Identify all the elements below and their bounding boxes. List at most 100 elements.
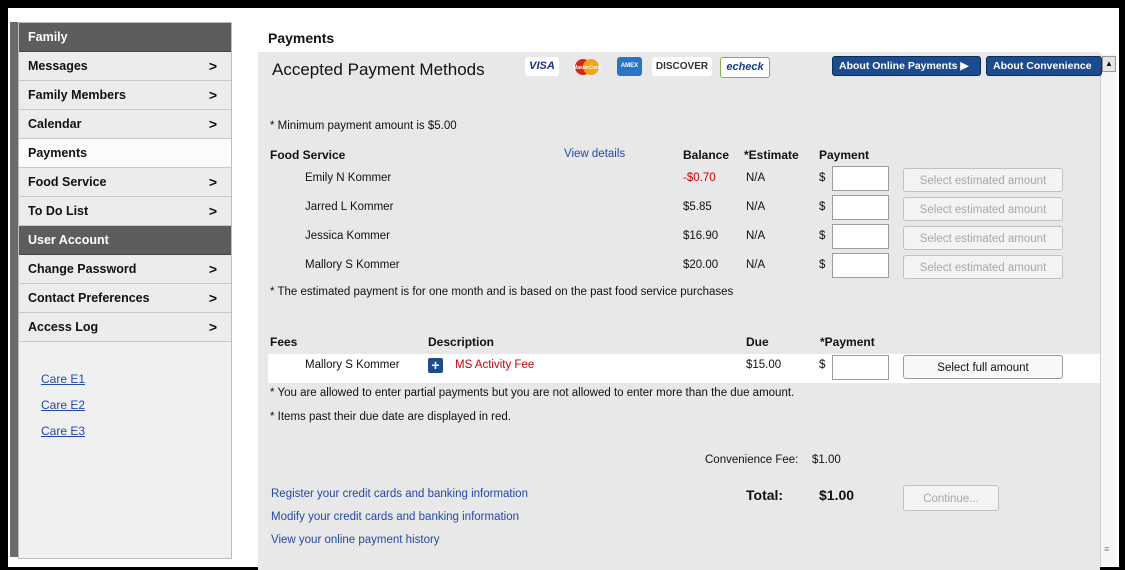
sidebar-item-label: Food Service	[28, 175, 107, 189]
sidebar-header-family: Family	[19, 23, 231, 52]
fees-header: Fees	[270, 335, 298, 349]
student-name: Emily N Kommer	[305, 172, 392, 184]
sidebar-item-label: Messages	[28, 59, 88, 73]
mastercard-logo-icon: MasterCard	[570, 57, 604, 76]
estimate-column-header: *Estimate	[744, 148, 799, 162]
currency-symbol: $	[819, 230, 826, 242]
sidebar-item-messages[interactable]: Messages >	[19, 52, 231, 81]
chevron-right-icon: >	[208, 290, 217, 306]
payment-history-link[interactable]: View your online payment history	[271, 534, 440, 546]
convenience-fee-label: Convenience Fee:	[705, 454, 799, 466]
sidebar-item-change-password[interactable]: Change Password >	[19, 255, 231, 284]
fee-payment-column-header: *Payment	[820, 335, 875, 349]
view-details-link[interactable]: View details	[564, 148, 625, 160]
currency-symbol: $	[819, 172, 826, 184]
minimum-payment-note: * Minimum payment amount is $5.00	[270, 120, 457, 132]
payment-column-header: Payment	[819, 148, 870, 162]
due-column-header: Due	[746, 335, 769, 349]
scroll-up-arrow-icon[interactable]: ▲	[1102, 56, 1116, 72]
sidebar-item-label: Payments	[28, 146, 88, 160]
about-convenience-button[interactable]: About Convenience	[986, 56, 1102, 76]
accepted-payment-methods-title: Accepted Payment Methods	[272, 60, 485, 79]
currency-symbol: $	[819, 359, 826, 371]
sidebar-links: Care E1 Care E2 Care E3	[19, 342, 231, 450]
payment-input[interactable]	[832, 166, 889, 191]
total-value: $1.00	[819, 487, 855, 503]
page-title: Payments	[268, 30, 335, 46]
sidebar-item-label: Access Log	[28, 320, 99, 334]
select-full-amount-button[interactable]: Select full amount	[903, 355, 1063, 379]
estimate-value: N/A	[746, 172, 766, 184]
chevron-right-icon: >	[208, 116, 217, 132]
fee-due-value: $15.00	[746, 359, 782, 371]
register-cards-link[interactable]: Register your credit cards and banking i…	[271, 488, 528, 500]
balance-value: $16.90	[683, 230, 719, 242]
sidebar-edge-strip	[10, 22, 18, 557]
sidebar-item-access-log[interactable]: Access Log >	[19, 313, 231, 342]
visa-logo-icon: VISA	[525, 57, 559, 76]
balance-value: -$0.70	[683, 172, 716, 184]
discover-logo-icon: DISCOVER	[652, 57, 712, 76]
sidebar-item-label: To Do List	[28, 204, 89, 218]
about-online-payments-button[interactable]: About Online Payments ▶	[832, 56, 981, 76]
estimate-value: N/A	[746, 201, 766, 213]
sidebar-item-to-do-list[interactable]: To Do List >	[19, 197, 231, 226]
sidebar: Family Messages > Family Members > Calenda…	[18, 22, 232, 559]
fee-description: MS Activity Fee	[455, 359, 535, 371]
balance-value: $5.85	[683, 201, 712, 213]
chevron-right-icon: >	[208, 87, 217, 103]
total-label: Total:	[746, 487, 784, 503]
select-estimated-amount-button[interactable]: Select estimated amount	[903, 226, 1063, 250]
continue-button[interactable]: Continue...	[903, 485, 999, 511]
sidebar-item-calendar[interactable]: Calendar >	[19, 110, 231, 139]
student-name: Jessica Kommer	[305, 230, 390, 242]
fee-student-name: Mallory S Kommer	[305, 359, 400, 371]
modify-cards-link[interactable]: Modify your credit cards and banking inf…	[271, 511, 519, 523]
balance-value: $20.00	[683, 259, 719, 271]
student-name: Jarred L Kommer	[305, 201, 394, 213]
care-e3-link[interactable]: Care E3	[41, 424, 231, 450]
food-service-header: Food Service	[270, 148, 346, 162]
chevron-right-icon: >	[208, 58, 217, 74]
window-frame-right	[1119, 0, 1125, 570]
sidebar-item-food-service[interactable]: Food Service >	[19, 168, 231, 197]
sidebar-item-label: Contact Preferences	[28, 291, 150, 305]
sidebar-header-user-account: User Account	[19, 226, 231, 255]
partial-payments-note: * You are allowed to enter partial payme…	[270, 387, 795, 399]
past-due-note: * Items past their due date are displaye…	[270, 411, 512, 423]
amex-logo-icon: AMEX	[617, 57, 642, 76]
estimate-value: N/A	[746, 230, 766, 242]
estimate-value: N/A	[746, 259, 766, 271]
sidebar-item-label: Family Members	[28, 88, 126, 102]
sidebar-item-payments[interactable]: Payments	[19, 139, 231, 168]
estimated-payment-note: * The estimated payment is for one month…	[270, 286, 734, 298]
convenience-fee-value: $1.00	[812, 454, 841, 466]
sidebar-item-label: Calendar	[28, 117, 82, 131]
sidebar-item-family-members[interactable]: Family Members >	[19, 81, 231, 110]
chevron-right-icon: >	[208, 261, 217, 277]
vertical-scrollbar[interactable]: ▲ ≡	[1100, 54, 1116, 566]
care-e1-link[interactable]: Care E1	[41, 372, 231, 398]
select-estimated-amount-button[interactable]: Select estimated amount	[903, 255, 1063, 279]
payment-input[interactable]	[832, 253, 889, 278]
expand-plus-icon[interactable]: +	[428, 358, 443, 373]
currency-symbol: $	[819, 201, 826, 213]
chevron-right-icon: >	[208, 203, 217, 219]
svg-text:MasterCard: MasterCard	[573, 65, 601, 71]
chevron-right-icon: >	[208, 174, 217, 190]
select-estimated-amount-button[interactable]: Select estimated amount	[903, 197, 1063, 221]
sidebar-item-contact-preferences[interactable]: Contact Preferences >	[19, 284, 231, 313]
window-frame-top	[0, 0, 1125, 8]
balance-column-header: Balance	[683, 148, 730, 162]
description-column-header: Description	[428, 335, 495, 349]
sidebar-item-label: Change Password	[28, 262, 137, 276]
currency-symbol: $	[819, 259, 826, 271]
payment-input[interactable]	[832, 224, 889, 249]
fee-payment-input[interactable]	[832, 355, 889, 380]
select-estimated-amount-button[interactable]: Select estimated amount	[903, 168, 1063, 192]
scroll-grip-icon[interactable]: ≡	[1104, 544, 1109, 554]
student-name: Mallory S Kommer	[305, 259, 400, 271]
chevron-right-icon: >	[208, 319, 217, 335]
payment-input[interactable]	[832, 195, 889, 220]
care-e2-link[interactable]: Care E2	[41, 398, 231, 424]
